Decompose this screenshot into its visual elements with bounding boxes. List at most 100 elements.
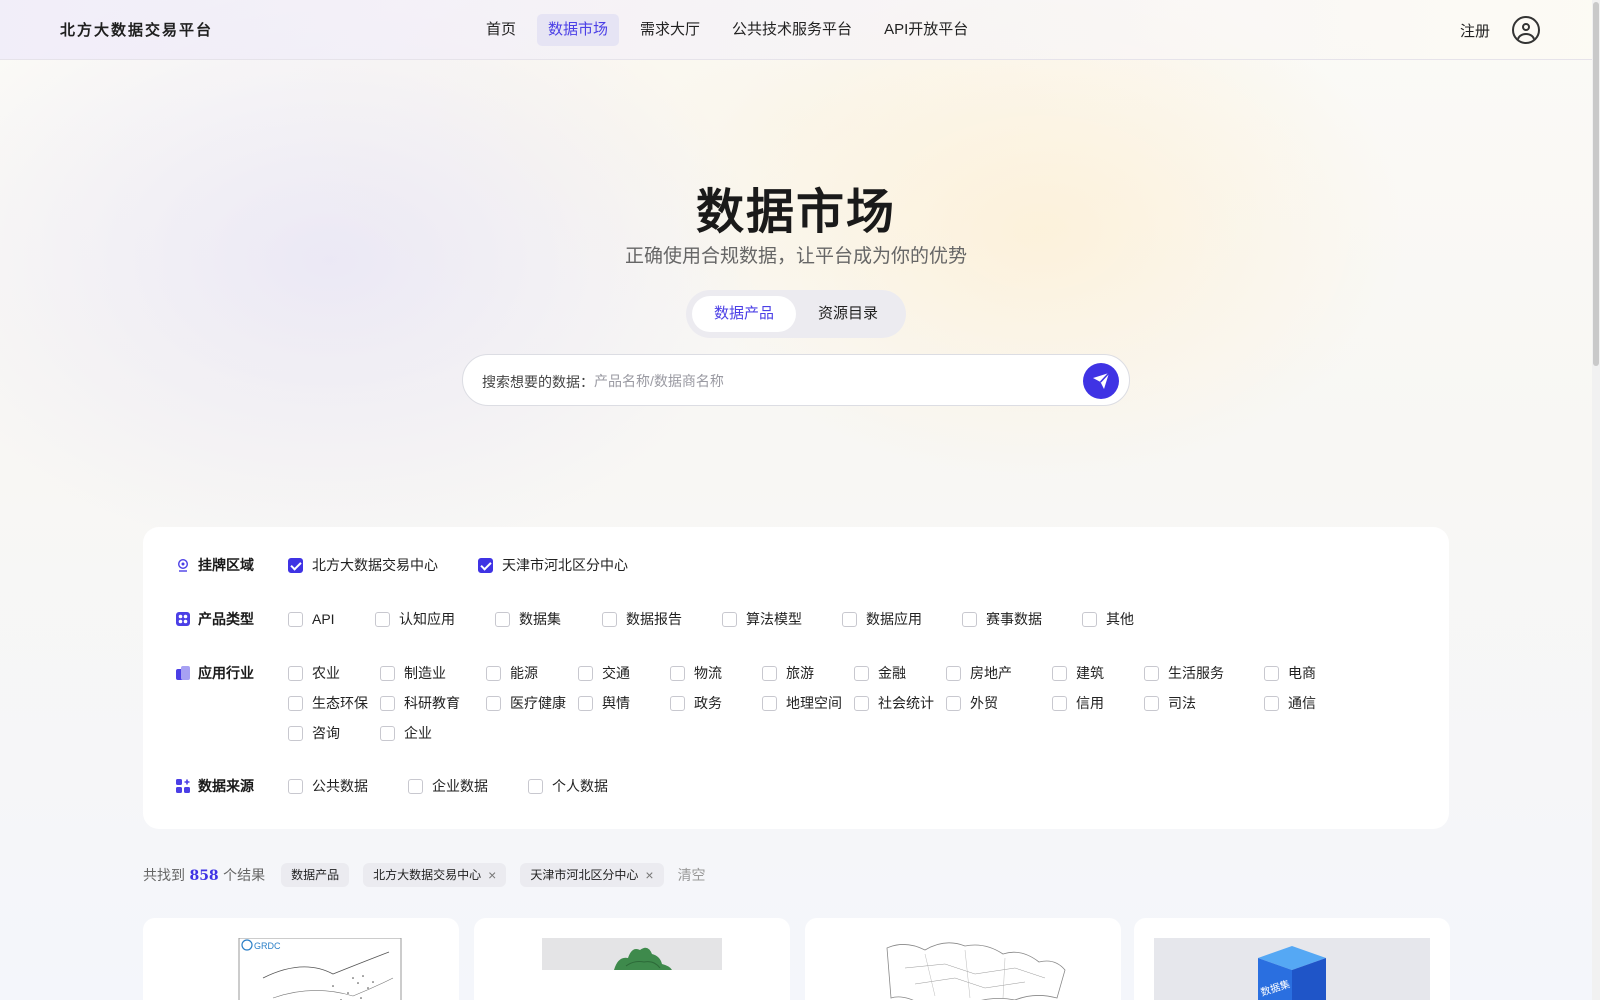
checkbox[interactable] <box>1264 665 1279 681</box>
product-card[interactable]: 数据集 <box>1134 918 1450 1000</box>
filter-option[interactable]: 生态环保 <box>288 693 380 713</box>
checkbox[interactable] <box>762 695 777 711</box>
user-avatar-icon[interactable] <box>1512 16 1540 44</box>
checkbox[interactable] <box>602 611 617 627</box>
filter-option[interactable]: 企业数据 <box>408 776 528 796</box>
filter-option[interactable]: 个人数据 <box>528 776 648 796</box>
register-link[interactable]: 注册 <box>1460 20 1490 41</box>
search-input[interactable] <box>594 368 1054 394</box>
checkbox[interactable] <box>495 611 510 627</box>
filter-option-label: 地理空间 <box>786 695 842 711</box>
filter-option-label: 其他 <box>1106 611 1134 627</box>
tab-resource-catalog[interactable]: 资源目录 <box>796 296 900 332</box>
nav-home[interactable]: 首页 <box>475 14 527 46</box>
checkbox[interactable] <box>380 665 395 681</box>
checkbox[interactable] <box>762 665 777 681</box>
checkbox[interactable] <box>288 695 303 711</box>
filter-option[interactable]: 北方大数据交易中心 <box>288 555 478 575</box>
filter-option[interactable]: 公共数据 <box>288 776 408 796</box>
checkbox[interactable] <box>722 611 737 627</box>
filter-option[interactable]: 算法模型 <box>722 609 842 629</box>
filter-option[interactable]: 社会统计 <box>854 693 946 713</box>
filter-option[interactable]: 电商 <box>1264 663 1370 683</box>
checkbox[interactable] <box>380 695 395 711</box>
filter-option[interactable]: 房地产 <box>946 663 1052 683</box>
checkbox[interactable] <box>946 695 961 711</box>
clear-filters-button[interactable]: 清空 <box>678 865 706 885</box>
filter-option[interactable]: 其他 <box>1082 609 1202 629</box>
checkbox[interactable] <box>578 665 593 681</box>
search-button[interactable] <box>1083 363 1119 399</box>
checkbox[interactable] <box>478 557 493 573</box>
checkbox[interactable] <box>380 725 395 741</box>
filter-option[interactable]: 能源 <box>486 663 578 683</box>
filter-option-label: 赛事数据 <box>986 611 1042 627</box>
filter-option[interactable]: 建筑 <box>1052 663 1144 683</box>
checkbox[interactable] <box>1144 665 1159 681</box>
checkbox[interactable] <box>670 695 685 711</box>
product-card[interactable] <box>474 918 790 1000</box>
checkbox[interactable] <box>946 665 961 681</box>
filter-option[interactable]: 生活服务 <box>1144 663 1264 683</box>
filter-option[interactable]: 舆情 <box>578 693 670 713</box>
product-card[interactable]: GRDC <box>143 918 459 1000</box>
checkbox[interactable] <box>288 665 303 681</box>
main-nav: 首页 数据市场 需求大厅 公共技术服务平台 API开放平台 <box>475 14 979 46</box>
filter-option[interactable]: 赛事数据 <box>962 609 1082 629</box>
checkbox[interactable] <box>670 665 685 681</box>
filter-option[interactable]: 旅游 <box>762 663 854 683</box>
checkbox[interactable] <box>1264 695 1279 711</box>
checkbox[interactable] <box>486 665 501 681</box>
filter-option[interactable]: 数据应用 <box>842 609 962 629</box>
checkbox[interactable] <box>408 778 423 794</box>
filter-option[interactable]: 企业 <box>380 723 486 743</box>
nav-demand-hall[interactable]: 需求大厅 <box>629 14 711 46</box>
checkbox[interactable] <box>842 611 857 627</box>
nav-api-open-platform[interactable]: API开放平台 <box>873 14 979 46</box>
filter-option[interactable]: 通信 <box>1264 693 1370 713</box>
filter-option[interactable]: 数据报告 <box>602 609 722 629</box>
filter-option[interactable]: 数据集 <box>495 609 602 629</box>
checkbox[interactable] <box>288 611 303 627</box>
scrollbar-thumb[interactable] <box>1593 2 1599 366</box>
product-card[interactable] <box>805 918 1121 1000</box>
checkbox[interactable] <box>1052 695 1067 711</box>
checkbox[interactable] <box>288 725 303 741</box>
filter-option[interactable]: 金融 <box>854 663 946 683</box>
page-scrollbar[interactable] <box>1592 0 1600 1000</box>
site-logo[interactable]: 北方大数据交易平台 <box>60 19 213 40</box>
filter-option[interactable]: 地理空间 <box>762 693 854 713</box>
checkbox[interactable] <box>578 695 593 711</box>
filter-option[interactable]: 医疗健康 <box>486 693 578 713</box>
checkbox[interactable] <box>1144 695 1159 711</box>
checkbox[interactable] <box>375 611 390 627</box>
filter-option[interactable]: 科研教育 <box>380 693 486 713</box>
checkbox[interactable] <box>854 695 869 711</box>
checkbox[interactable] <box>962 611 977 627</box>
nav-data-market[interactable]: 数据市场 <box>537 14 620 46</box>
filter-option[interactable]: 司法 <box>1144 693 1264 713</box>
close-icon[interactable]: × <box>645 863 653 887</box>
filter-option[interactable]: 政务 <box>670 693 762 713</box>
filter-option[interactable]: 农业 <box>288 663 380 683</box>
checkbox[interactable] <box>528 778 543 794</box>
filter-option[interactable]: API <box>288 609 375 629</box>
filter-option[interactable]: 物流 <box>670 663 762 683</box>
checkbox[interactable] <box>854 665 869 681</box>
filter-label-text: 数据来源 <box>198 779 254 795</box>
filter-option[interactable]: 外贸 <box>946 693 1052 713</box>
checkbox[interactable] <box>288 778 303 794</box>
nav-tech-service-platform[interactable]: 公共技术服务平台 <box>721 14 863 46</box>
filter-option[interactable]: 认知应用 <box>375 609 495 629</box>
filter-option[interactable]: 交通 <box>578 663 670 683</box>
checkbox[interactable] <box>486 695 501 711</box>
checkbox[interactable] <box>1052 665 1067 681</box>
checkbox[interactable] <box>288 557 303 573</box>
filter-option[interactable]: 天津市河北区分中心 <box>478 555 668 575</box>
tab-data-products[interactable]: 数据产品 <box>692 296 796 332</box>
close-icon[interactable]: × <box>488 863 496 887</box>
filter-option[interactable]: 信用 <box>1052 693 1144 713</box>
filter-option[interactable]: 制造业 <box>380 663 486 683</box>
checkbox[interactable] <box>1082 611 1097 627</box>
filter-option[interactable]: 咨询 <box>288 723 380 743</box>
